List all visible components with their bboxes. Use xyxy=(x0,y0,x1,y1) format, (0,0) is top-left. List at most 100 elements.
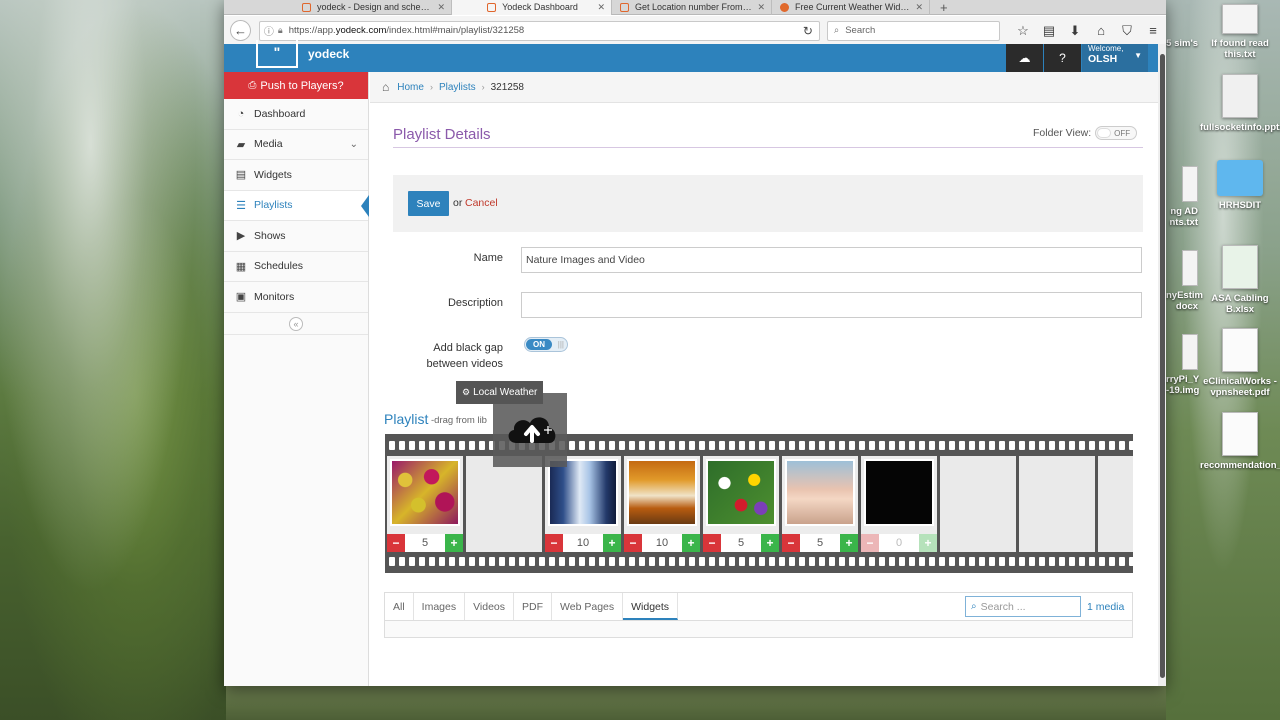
desktop-icon-partial[interactable]: ng AD nts.txt xyxy=(1166,166,1198,228)
playlist-item[interactable]: − 10 + xyxy=(624,456,700,552)
desktop-icon-label: recommendation_for...py.pdf xyxy=(1200,460,1280,471)
perforation-hole xyxy=(419,441,425,450)
playlist-title: Playlist xyxy=(384,411,429,427)
close-icon[interactable]: ✕ xyxy=(597,2,605,13)
playlist-item[interactable]: − 10 + xyxy=(545,456,621,552)
perforation-hole xyxy=(919,557,925,566)
save-button[interactable]: Save xyxy=(408,191,449,216)
black-gap-toggle[interactable]: ON ||| xyxy=(524,337,568,352)
minus-button[interactable]: − xyxy=(387,534,405,552)
browser-search-input[interactable]: ⌕ Search xyxy=(826,20,1000,41)
reload-icon[interactable]: ↻ xyxy=(803,24,813,38)
perforation-hole xyxy=(919,441,925,450)
sidebar-item-dashboard[interactable]: ◔ Dashboard xyxy=(224,99,368,130)
back-arrow-icon[interactable]: ← xyxy=(230,20,251,41)
cancel-link[interactable]: Cancel xyxy=(465,197,498,209)
duration-value[interactable]: 5 xyxy=(405,534,445,552)
browser-tab[interactable]: yodeck - Design and schedule ✕ xyxy=(294,0,452,15)
download-icon[interactable]: ⬇ xyxy=(1062,23,1088,39)
cloud-upload-icon[interactable]: ☁ xyxy=(1006,44,1043,72)
perforation-hole xyxy=(1109,557,1115,566)
playlist-item[interactable]: − 5 + xyxy=(703,456,779,552)
sidebar-item-schedules[interactable]: ▦ Schedules xyxy=(224,251,368,282)
folder-view-toggle[interactable]: OFF xyxy=(1095,126,1138,140)
sidebar-item-shows[interactable]: ▶ Shows xyxy=(224,221,368,252)
tab-images[interactable]: Images xyxy=(414,593,466,620)
new-tab-icon[interactable]: + xyxy=(930,0,958,15)
desktop-icon-pdf[interactable]: eClinicalWorks - vpnsheet.pdf xyxy=(1200,328,1280,398)
sidebar-item-widgets[interactable]: ▤ Widgets xyxy=(224,160,368,191)
duration-value[interactable]: 5 xyxy=(721,534,761,552)
browser-tab[interactable]: Get Location number From Ac ✕ xyxy=(612,0,772,15)
autumn-waterfall-thumbnail xyxy=(627,459,697,526)
perforation-hole xyxy=(559,557,565,566)
duration-value[interactable]: 5 xyxy=(800,534,840,552)
browser-tab[interactable]: Free Current Weather Widget ✕ xyxy=(772,0,930,15)
browser-tab-active[interactable]: Yodeck Dashboard ✕ xyxy=(452,0,612,15)
playlist-item[interactable]: − 5 + xyxy=(782,456,858,552)
sidebar-item-media[interactable]: ▰ Media ⌄ xyxy=(224,129,368,160)
collapse-icon[interactable]: « xyxy=(289,316,303,331)
breadcrumb-playlists[interactable]: Playlists xyxy=(439,82,476,93)
gear-icon: ⚙ xyxy=(462,387,471,397)
description-input[interactable] xyxy=(521,292,1142,318)
plus-button[interactable]: + xyxy=(840,534,858,552)
desktop-icon-txt[interactable]: If found read this.txt xyxy=(1200,4,1280,60)
perforation-hole xyxy=(809,557,815,566)
close-icon[interactable]: ✕ xyxy=(757,2,765,13)
playlist-item[interactable]: − 5 + xyxy=(387,456,463,552)
plus-button[interactable]: + xyxy=(682,534,700,552)
widgets-icon: ▤ xyxy=(235,169,247,182)
pocket-icon[interactable]: ⛉ xyxy=(1114,23,1140,39)
desktop-icon-folder[interactable]: HRHSDIT xyxy=(1200,160,1280,211)
tab-web-pages[interactable]: Web Pages xyxy=(552,593,624,620)
minus-button[interactable]: − xyxy=(545,534,563,552)
tab-widgets[interactable]: Widgets xyxy=(623,593,679,620)
info-icon[interactable]: ⓘ xyxy=(264,23,274,38)
sidebar-item-label: Widgets xyxy=(254,168,292,181)
file-icon xyxy=(1182,334,1198,370)
address-bar[interactable]: ⓘ 🔒︎ https://app.yodeck.com/index.html#m… xyxy=(258,20,820,41)
duration-value[interactable]: 10 xyxy=(563,534,603,552)
sidebar-item-playlists[interactable]: ☰ Playlists xyxy=(224,190,369,221)
scrollbar-thumb[interactable] xyxy=(1160,54,1165,678)
duration-value[interactable]: 10 xyxy=(642,534,682,552)
playlist-item-empty xyxy=(940,456,1016,552)
user-menu[interactable]: Welcome, OLSH ▼ xyxy=(1082,44,1148,72)
home-icon[interactable]: ⌂ xyxy=(382,80,389,94)
tab-pdf[interactable]: PDF xyxy=(514,593,553,620)
reading-list-icon[interactable]: ▤ xyxy=(1036,23,1062,39)
help-icon[interactable]: ? xyxy=(1044,44,1081,72)
playlist-item[interactable]: − 0 + xyxy=(861,456,937,552)
perforation-hole xyxy=(429,441,435,450)
bookmark-star-icon[interactable]: ☆ xyxy=(1010,23,1036,39)
menu-icon[interactable]: ≡ xyxy=(1140,23,1166,39)
tab-all[interactable]: All xyxy=(385,593,414,620)
breadcrumb-home[interactable]: Home xyxy=(397,82,424,93)
yodeck-logo-icon[interactable]: " xyxy=(256,40,298,68)
desktop-icon-partial[interactable]: nyEstim docx xyxy=(1166,250,1203,312)
desktop-icon-pptx[interactable]: fullsocketinfo.pptx xyxy=(1200,74,1280,133)
name-input[interactable] xyxy=(521,247,1142,273)
minus-button[interactable]: − xyxy=(703,534,721,552)
plus-button[interactable]: + xyxy=(761,534,779,552)
minus-button[interactable]: − xyxy=(624,534,642,552)
tab-videos[interactable]: Videos xyxy=(465,593,515,620)
media-search-input[interactable]: ⌕ Search ... xyxy=(965,596,1081,617)
close-icon[interactable]: ✕ xyxy=(437,2,445,13)
home-icon[interactable]: ⌂ xyxy=(1088,23,1114,39)
plus-button[interactable]: + xyxy=(445,534,463,552)
desktop-icon-pdf-2[interactable]: recommendation_for...py.pdf xyxy=(1200,412,1280,471)
desktop-icon-partial[interactable]: 5 sim's xyxy=(1166,38,1198,49)
perforation-hole xyxy=(569,557,575,566)
minus-button[interactable]: − xyxy=(782,534,800,552)
duration-stepper: − 10 + xyxy=(545,534,621,552)
sidebar-item-monitors[interactable]: ▣ Monitors xyxy=(224,282,368,313)
plus-button[interactable]: + xyxy=(603,534,621,552)
push-to-players-button[interactable]: ⎙ Push to Players? xyxy=(224,72,368,99)
dragged-widget-label[interactable]: ⚙ Local Weather xyxy=(456,381,544,404)
desktop-icon-partial[interactable]: rryPi_Y -19.img xyxy=(1166,334,1199,396)
close-icon[interactable]: ✕ xyxy=(915,2,923,13)
perforation-hole xyxy=(1069,441,1075,450)
desktop-icon-xlsx[interactable]: ASA Cabling B.xlsx xyxy=(1200,245,1280,315)
